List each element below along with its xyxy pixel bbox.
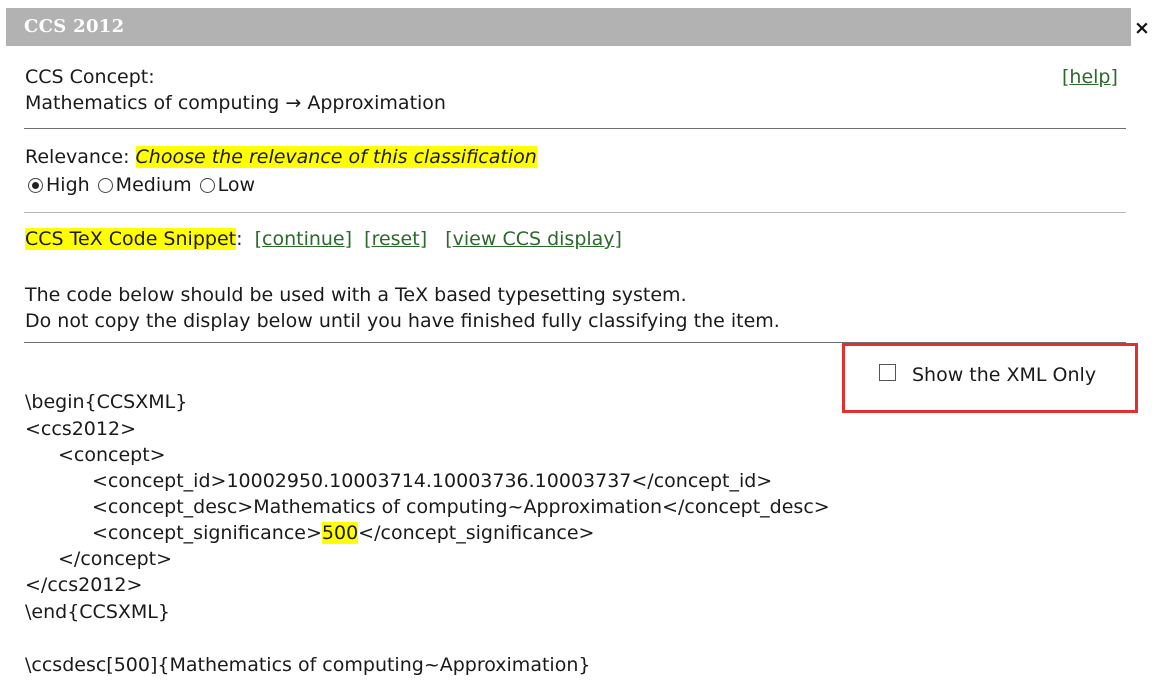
significance-value: 500 bbox=[321, 522, 359, 544]
note-line-2: Do not copy the display below until you … bbox=[25, 310, 780, 332]
divider bbox=[24, 212, 1126, 213]
xml-only-label[interactable]: Show the XML Only bbox=[912, 364, 1096, 386]
code-concept-close: </concept> bbox=[58, 548, 172, 570]
view-ccs-display-link[interactable]: view CCS display bbox=[453, 228, 615, 250]
radio-high[interactable] bbox=[28, 177, 43, 193]
radio-medium-label[interactable]: Medium bbox=[116, 174, 192, 196]
snippet-row: CCS TeX Code Snippet: [continue] [reset]… bbox=[25, 228, 622, 250]
code-ccs-close: </ccs2012> bbox=[25, 574, 143, 596]
reset-link[interactable]: reset bbox=[372, 228, 420, 250]
concept-label: CCS Concept: bbox=[25, 66, 155, 88]
radio-high-label[interactable]: High bbox=[46, 174, 90, 196]
code-concept-id: <concept_id>10002950.10003714.10003736.1… bbox=[92, 470, 773, 492]
divider bbox=[24, 128, 1126, 129]
xml-only-checkbox[interactable] bbox=[879, 364, 896, 381]
code-concept-desc: <concept_desc>Mathematics of computing~A… bbox=[92, 496, 830, 518]
concept-path: Mathematics of computing → Approximation bbox=[25, 92, 446, 114]
dialog-content: CCS Concept: Mathematics of computing → … bbox=[0, 0, 1156, 681]
radio-low[interactable] bbox=[199, 177, 215, 193]
continue-link[interactable]: continue bbox=[262, 228, 345, 250]
radio-medium[interactable] bbox=[97, 177, 113, 193]
help-link-wrapper: [help] bbox=[1062, 66, 1118, 88]
radio-low-label[interactable]: Low bbox=[218, 174, 255, 196]
code-begin: \begin{CCSXML} bbox=[25, 391, 188, 413]
relevance-row: Relevance: Choose the relevance of this … bbox=[25, 146, 537, 168]
code-ccs-open: <ccs2012> bbox=[25, 418, 136, 440]
code-ccsdesc: \ccsdesc[500]{Mathematics of computing~A… bbox=[25, 654, 591, 676]
code-concept-open: <concept> bbox=[58, 444, 166, 466]
relevance-label: Relevance: bbox=[25, 146, 130, 168]
note-line-1: The code below should be used with a TeX… bbox=[25, 284, 687, 306]
relevance-prompt: Choose the relevance of this classificat… bbox=[135, 146, 537, 168]
help-link[interactable]: help bbox=[1069, 66, 1110, 88]
code-end: \end{CCSXML} bbox=[25, 601, 170, 623]
ccs-dialog: CCS 2012 × CCS Concept: Mathematics of c… bbox=[0, 0, 1156, 681]
relevance-radio-group: High Medium Low bbox=[28, 174, 263, 196]
snippet-title: CCS TeX Code Snippet bbox=[25, 228, 237, 250]
code-concept-significance: <concept_significance>500</concept_signi… bbox=[92, 522, 595, 544]
